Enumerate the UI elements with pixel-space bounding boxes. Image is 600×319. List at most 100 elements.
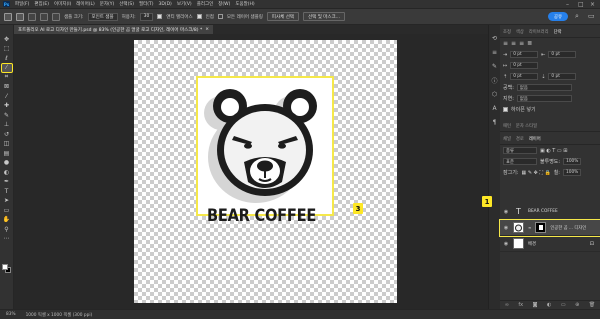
menu-plugins[interactable]: 플러그인	[197, 1, 214, 7]
menu-layer[interactable]: 레이어(L)	[76, 1, 94, 7]
paragraph-panel-icon[interactable]: ¶	[491, 119, 498, 126]
canvas-area[interactable]: BEAR COFFEE 3	[14, 34, 488, 309]
indent-left-input[interactable]: 0 pt	[510, 51, 539, 58]
indent-right-input[interactable]: 0 pt	[548, 51, 577, 58]
dodge-tool-icon[interactable]: ◐	[2, 168, 12, 176]
rectangle-tool-icon[interactable]: ▭	[2, 206, 12, 214]
more-tools-icon[interactable]: ⋯	[2, 235, 12, 243]
magic-wand-tool-icon[interactable]: ⁄	[0, 62, 13, 73]
menu-edit[interactable]: 편집(E)	[34, 1, 49, 7]
group-icon[interactable]: ▭	[561, 302, 566, 308]
history-brush-icon[interactable]: ↺	[2, 130, 12, 138]
antialias-checkbox[interactable]	[157, 14, 163, 19]
hand-tool-icon[interactable]: ✋	[2, 216, 12, 224]
add-selection-icon[interactable]	[28, 12, 36, 21]
new-layer-icon[interactable]: ⊕	[575, 302, 579, 308]
tab-patterns[interactable]: 패턴	[503, 123, 511, 129]
menu-help[interactable]: 도움말(H)	[235, 1, 254, 7]
first-line-indent-input[interactable]: 0 pt	[510, 62, 539, 69]
space-after-input[interactable]: 0 pt	[548, 73, 577, 80]
align-center-icon[interactable]: ≡	[511, 40, 516, 47]
fill-input[interactable]: 100%	[562, 169, 581, 176]
logo-layer-bounds[interactable]	[196, 76, 334, 216]
cube-panel-icon[interactable]: ⬡	[491, 91, 498, 98]
intersect-selection-icon[interactable]	[52, 12, 60, 21]
menu-select[interactable]: 선택(S)	[119, 1, 134, 7]
info-panel-icon[interactable]: ⓘ	[491, 77, 498, 85]
foreground-color-swatch[interactable]	[2, 264, 8, 270]
visibility-eye-icon[interactable]: ◉	[503, 241, 509, 247]
lock-icons[interactable]: ▦ ✎ ✥ ⛶ 🔒	[522, 170, 551, 176]
properties-panel-icon[interactable]: ≡	[491, 49, 498, 56]
layer-row-background[interactable]: ◉ 배경 ⊡	[500, 236, 600, 252]
option2-select[interactable]: 없음	[516, 95, 572, 102]
menu-image[interactable]: 이미지(I)	[54, 1, 71, 7]
menu-3d[interactable]: 3D(D)	[159, 2, 172, 7]
crop-tool-icon[interactable]: ⌗	[2, 73, 12, 81]
delete-layer-icon[interactable]: 🗑	[589, 302, 595, 308]
contiguous-checkbox[interactable]	[196, 14, 202, 19]
tab-libraries[interactable]: 라이브러리	[529, 29, 549, 35]
menu-file[interactable]: 파일(F)	[15, 1, 29, 7]
select-and-mask-button[interactable]: 선택 및 마스크...	[303, 12, 346, 21]
layer-mask-thumbnail[interactable]	[535, 222, 547, 233]
character-panel-icon[interactable]: A	[491, 105, 498, 112]
layer-row-text[interactable]: ◉ T BEAR COFFEE	[500, 204, 600, 220]
blend-mode-select[interactable]: 표준	[503, 158, 537, 165]
sample-size-select[interactable]: 포인트 샘플	[87, 12, 118, 21]
tolerance-input[interactable]: 30	[139, 12, 154, 21]
maximize-icon[interactable]: □	[578, 1, 584, 8]
menu-type[interactable]: 문자(Y)	[100, 1, 115, 7]
brush-tool-icon[interactable]: ✎	[2, 111, 12, 119]
opacity-input[interactable]: 100%	[563, 158, 582, 165]
filter-icons[interactable]: ▣ ◐ T ▭ ⊞	[540, 148, 567, 154]
layer-kind-filter[interactable]: 종류	[503, 147, 537, 154]
frame-tool-icon[interactable]: ⊠	[2, 83, 12, 91]
tab-color[interactable]: 색상	[516, 29, 524, 35]
bear-coffee-text[interactable]: BEAR COFFEE	[207, 206, 316, 226]
tab-channels[interactable]: 채널	[503, 136, 511, 142]
chain-link-icon[interactable]: ∞	[528, 225, 531, 230]
document-tab[interactable]: 포트폴리오 AI 로고 디자인 만들기.psd @ 83% (인공한 곰 얼굴 …	[14, 25, 213, 34]
fx-icon[interactable]: fx	[518, 302, 523, 308]
tab-paragraph[interactable]: 단락	[554, 29, 562, 35]
zoom-tool-icon[interactable]: ⚲	[2, 225, 12, 233]
space-before-input[interactable]: 0 pt	[510, 73, 539, 80]
visibility-eye-icon[interactable]: ◉	[503, 225, 509, 231]
healing-brush-icon[interactable]: ✚	[2, 102, 12, 110]
option1-select[interactable]: 없음	[516, 84, 572, 91]
lasso-tool-icon[interactable]: ℓ	[2, 54, 12, 62]
new-selection-icon[interactable]	[16, 12, 24, 21]
align-left-icon[interactable]: ≡	[503, 40, 508, 47]
add-mask-icon[interactable]: ◙	[533, 302, 538, 308]
pen-tool-icon[interactable]: ✒	[2, 178, 12, 186]
tab-paths[interactable]: 경로	[516, 136, 524, 142]
share-button[interactable]: 공유	[548, 12, 568, 21]
move-tool-icon[interactable]: ✥	[2, 35, 12, 43]
link-layers-icon[interactable]: ∞	[505, 302, 509, 308]
align-right-icon[interactable]: ≡	[519, 40, 524, 47]
menu-view[interactable]: 보기(V)	[177, 1, 192, 7]
all-layers-checkbox[interactable]	[217, 14, 223, 19]
minimize-icon[interactable]: –	[566, 1, 569, 8]
path-selection-icon[interactable]: ➤	[2, 197, 12, 205]
magic-wand-preset-icon[interactable]	[4, 12, 12, 21]
hyphenate-checkbox[interactable]	[503, 107, 508, 112]
clone-stamp-icon[interactable]: ⊥	[2, 121, 12, 129]
tab-char-styles[interactable]: 문자 스타일	[516, 123, 537, 129]
layer-row-bear-logo[interactable]: ◉ ∞ 인공한 곰 ... 디자인	[499, 219, 600, 237]
subtract-selection-icon[interactable]	[40, 12, 48, 21]
blur-tool-icon[interactable]: ●	[2, 159, 12, 167]
brush-panel-icon[interactable]: ✎	[491, 63, 498, 70]
gradient-tool-icon[interactable]: ▤	[2, 149, 12, 157]
select-subject-button[interactable]: 피사체 선택	[266, 12, 300, 21]
close-tab-icon[interactable]: ×	[205, 27, 209, 32]
search-icon[interactable]: ⌕	[575, 12, 579, 21]
eraser-tool-icon[interactable]: ◫	[2, 140, 12, 148]
menu-window[interactable]: 창(W)	[218, 1, 230, 7]
tab-adjustments[interactable]: 조정	[503, 29, 511, 35]
workspace-icon[interactable]: ▭	[588, 12, 595, 20]
type-tool-icon[interactable]: T	[2, 187, 12, 195]
document-canvas[interactable]: BEAR COFFEE 3	[134, 40, 397, 303]
visibility-eye-icon[interactable]: ◉	[503, 209, 509, 215]
